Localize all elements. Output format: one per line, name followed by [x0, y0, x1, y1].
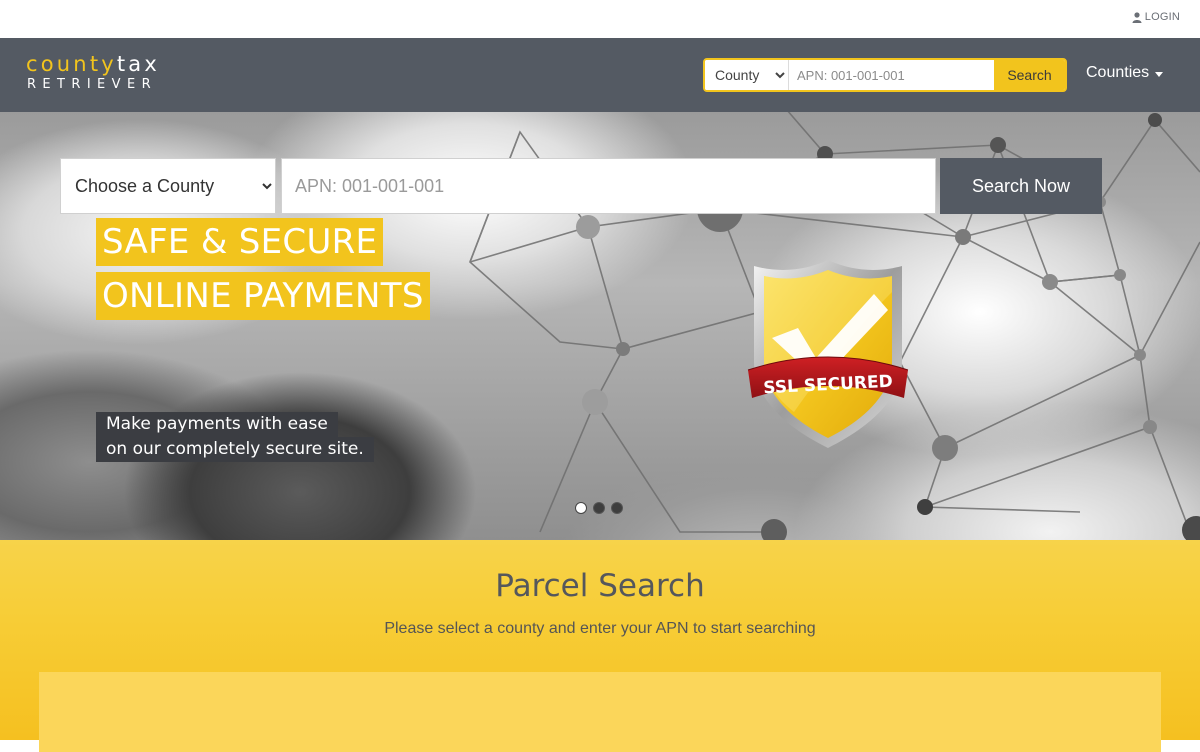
ssl-shield-badge-icon: SSL SECURED	[747, 260, 909, 448]
logo-wordmark: countytax	[26, 52, 160, 76]
logo-tagline: RETRIEVER	[27, 77, 158, 92]
hero-headline-line1: SAFE & SECURE	[96, 218, 384, 266]
logo-word-county: county	[26, 52, 117, 76]
main-navbar: countytax RETRIEVER County Search Counti…	[0, 38, 1200, 112]
county-select[interactable]: Choose a County	[60, 158, 276, 214]
parcel-search-section: Parcel Search Please select a county and…	[0, 540, 1200, 752]
header-search-button[interactable]: Search	[994, 60, 1065, 90]
header-apn-input[interactable]	[789, 60, 994, 90]
top-bar: LOGIN	[0, 0, 1200, 38]
hero-headline-line2: ONLINE PAYMENTS	[96, 272, 430, 320]
hero-subtext-line2: on our completely secure site.	[96, 437, 374, 462]
search-now-button[interactable]: Search Now	[940, 158, 1102, 214]
apn-input[interactable]	[281, 158, 936, 214]
site-logo[interactable]: countytax RETRIEVER	[26, 52, 160, 94]
carousel-dot-3[interactable]	[611, 502, 623, 514]
login-link[interactable]: LOGIN	[1132, 11, 1180, 23]
counties-label: Counties	[1086, 64, 1150, 81]
carousel-dot-1[interactable]	[575, 502, 587, 514]
header-search-form: County Search	[703, 58, 1067, 92]
counties-dropdown[interactable]: Counties	[1086, 64, 1164, 82]
hero-subtext-line1: Make payments with ease	[96, 412, 338, 437]
parcel-search-subtitle: Please select a county and enter your AP…	[384, 620, 816, 637]
carousel-dot-2[interactable]	[593, 502, 605, 514]
logo-word-tax: tax	[116, 52, 161, 76]
login-label: LOGIN	[1144, 11, 1180, 23]
caret-down-icon	[1155, 71, 1164, 77]
parcel-search-title: Parcel Search	[495, 568, 705, 604]
carousel-indicators	[575, 502, 623, 514]
header-county-select[interactable]: County	[705, 60, 789, 90]
parcel-search-panel	[39, 672, 1161, 752]
user-icon	[1132, 11, 1142, 23]
